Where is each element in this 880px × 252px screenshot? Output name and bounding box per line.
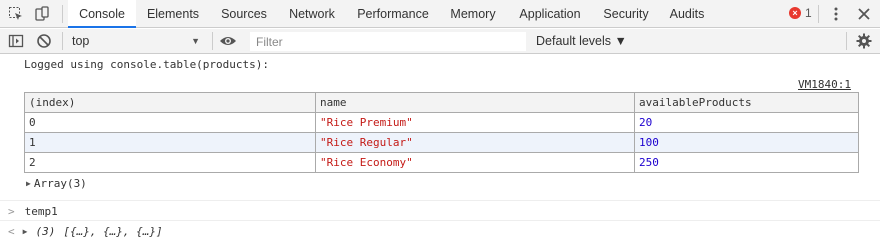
clear-console-icon[interactable] <box>34 31 54 51</box>
tab-performance[interactable]: Performance <box>350 0 436 28</box>
input-prompt-icon: > <box>8 205 15 218</box>
tab-network[interactable]: Network <box>282 0 342 28</box>
inspect-element-icon[interactable] <box>6 4 26 24</box>
context-selector[interactable]: top ▼ <box>66 29 206 53</box>
index-cell: 2 <box>24 152 316 173</box>
expand-triangle-icon[interactable]: ▶ <box>23 227 28 236</box>
log-levels-dropdown[interactable]: Default levels ▼ <box>536 29 627 53</box>
show-sidebar-icon[interactable] <box>6 31 26 51</box>
available-products-cell: 100 <box>634 132 859 153</box>
error-counter[interactable]: × 1 <box>789 6 812 20</box>
name-cell: "Rice Regular" <box>315 132 635 153</box>
console-toolbar: top ▼ Default levels ▼ <box>0 29 880 54</box>
table-header-row: (index) name availableProducts <box>24 92 859 113</box>
chevron-down-icon: ▼ <box>191 36 200 46</box>
table-row: 1 "Rice Regular" 100 <box>24 132 859 153</box>
log-message: Logged using console.table(products): <box>24 58 270 71</box>
table-row: 0 "Rice Premium" 20 <box>24 112 859 133</box>
toolbar-divider <box>818 5 819 23</box>
column-header-available-products[interactable]: availableProducts <box>634 92 859 113</box>
console-settings-gear-icon[interactable] <box>854 31 874 51</box>
context-value: top <box>72 34 90 48</box>
input-line: > temp1 <box>8 205 58 218</box>
error-count: 1 <box>805 6 812 20</box>
input-expression: temp1 <box>24 205 58 218</box>
toolbar-divider <box>212 32 213 50</box>
console-table: (index) name availableProducts 0 "Rice P… <box>24 92 859 173</box>
toolbar-divider <box>846 32 847 50</box>
result-count[interactable]: (3) <box>35 225 55 238</box>
tab-security[interactable]: Security <box>598 0 654 28</box>
index-cell: 0 <box>24 112 316 133</box>
device-toolbar-icon[interactable] <box>32 4 52 24</box>
result-arrow-icon: < <box>8 225 15 238</box>
array-label: Array(3) <box>33 177 87 190</box>
filter-input[interactable] <box>250 32 526 51</box>
source-link[interactable]: VM1840:1 <box>798 78 851 91</box>
column-header-index[interactable]: (index) <box>24 92 316 113</box>
toolbar-divider <box>62 5 63 23</box>
more-options-icon[interactable] <box>826 4 846 24</box>
error-icon: × <box>789 7 801 19</box>
devtools-tab-bar: Console Elements Sources Network Perform… <box>0 0 880 28</box>
tab-audits[interactable]: Audits <box>664 0 710 28</box>
available-products-cell: 250 <box>634 152 859 173</box>
toolbar-divider <box>62 32 63 50</box>
available-products-cell: 20 <box>634 112 859 133</box>
tab-elements[interactable]: Elements <box>140 0 206 28</box>
close-icon[interactable] <box>854 4 874 24</box>
table-row: 2 "Rice Economy" 250 <box>24 152 859 173</box>
live-expression-eye-icon[interactable] <box>218 31 238 51</box>
message-divider <box>0 200 880 201</box>
tab-console[interactable]: Console <box>68 0 136 28</box>
index-cell: 1 <box>24 132 316 153</box>
tab-memory[interactable]: Memory <box>444 0 502 28</box>
tab-sources[interactable]: Sources <box>214 0 274 28</box>
message-divider <box>0 220 880 221</box>
column-header-name[interactable]: name <box>315 92 635 113</box>
tab-application[interactable]: Application <box>512 0 588 28</box>
array-expander[interactable]: ▶ Array(3) <box>26 177 87 190</box>
result-line: < ▶ (3) [{…}, {…}, {…}] <box>8 225 163 238</box>
result-items[interactable]: [{…}, {…}, {…}] <box>63 225 162 238</box>
expand-triangle-icon: ▶ <box>26 179 31 188</box>
name-cell: "Rice Economy" <box>315 152 635 173</box>
name-cell: "Rice Premium" <box>315 112 635 133</box>
